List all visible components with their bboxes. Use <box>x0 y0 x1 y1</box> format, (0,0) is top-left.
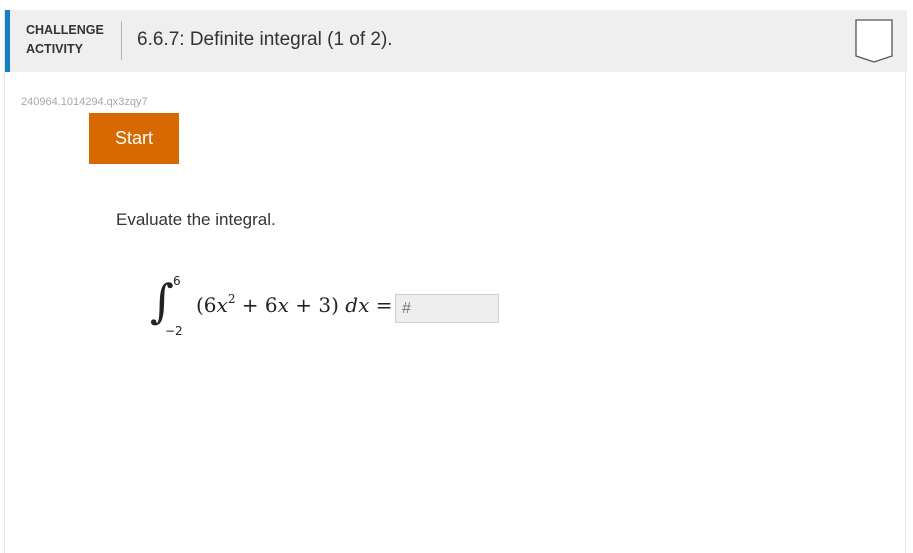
activity-id: 240964.1014294.qx3zqy7 <box>21 96 148 108</box>
integrand-open: (6 <box>196 293 217 317</box>
activity-type-label: CHALLENGE ACTIVITY <box>26 21 104 59</box>
upper-limit: 6 <box>173 274 181 288</box>
integrand: (6x2 + 6x + 3) dx = <box>196 292 393 317</box>
header-divider <box>121 21 122 60</box>
start-button[interactable]: Start <box>89 113 179 164</box>
activity-header: CHALLENGE ACTIVITY 6.6.7: Definite integ… <box>5 10 907 72</box>
activity-type-line2: ACTIVITY <box>26 42 83 56</box>
integral-sign: ∫ <box>150 274 174 328</box>
activity-type-line1: CHALLENGE <box>26 23 104 37</box>
answer-input[interactable] <box>395 294 499 323</box>
integrand-equals: = <box>369 293 393 317</box>
lower-limit: −2 <box>165 324 183 338</box>
activity-frame: CHALLENGE ACTIVITY 6.6.7: Definite integ… <box>4 10 907 553</box>
integrand-var1: x <box>216 293 228 317</box>
activity-title: 6.6.7: Definite integral (1 of 2). <box>137 29 393 50</box>
integrand-var2: x <box>277 293 289 317</box>
completion-badge-icon <box>855 19 893 63</box>
integrand-dx: dx <box>345 293 370 317</box>
question-prompt: Evaluate the integral. <box>116 210 276 229</box>
header-accent-bar <box>5 10 10 72</box>
integrand-rest: + 3) <box>288 293 346 317</box>
integrand-plus1: + 6 <box>235 293 278 317</box>
